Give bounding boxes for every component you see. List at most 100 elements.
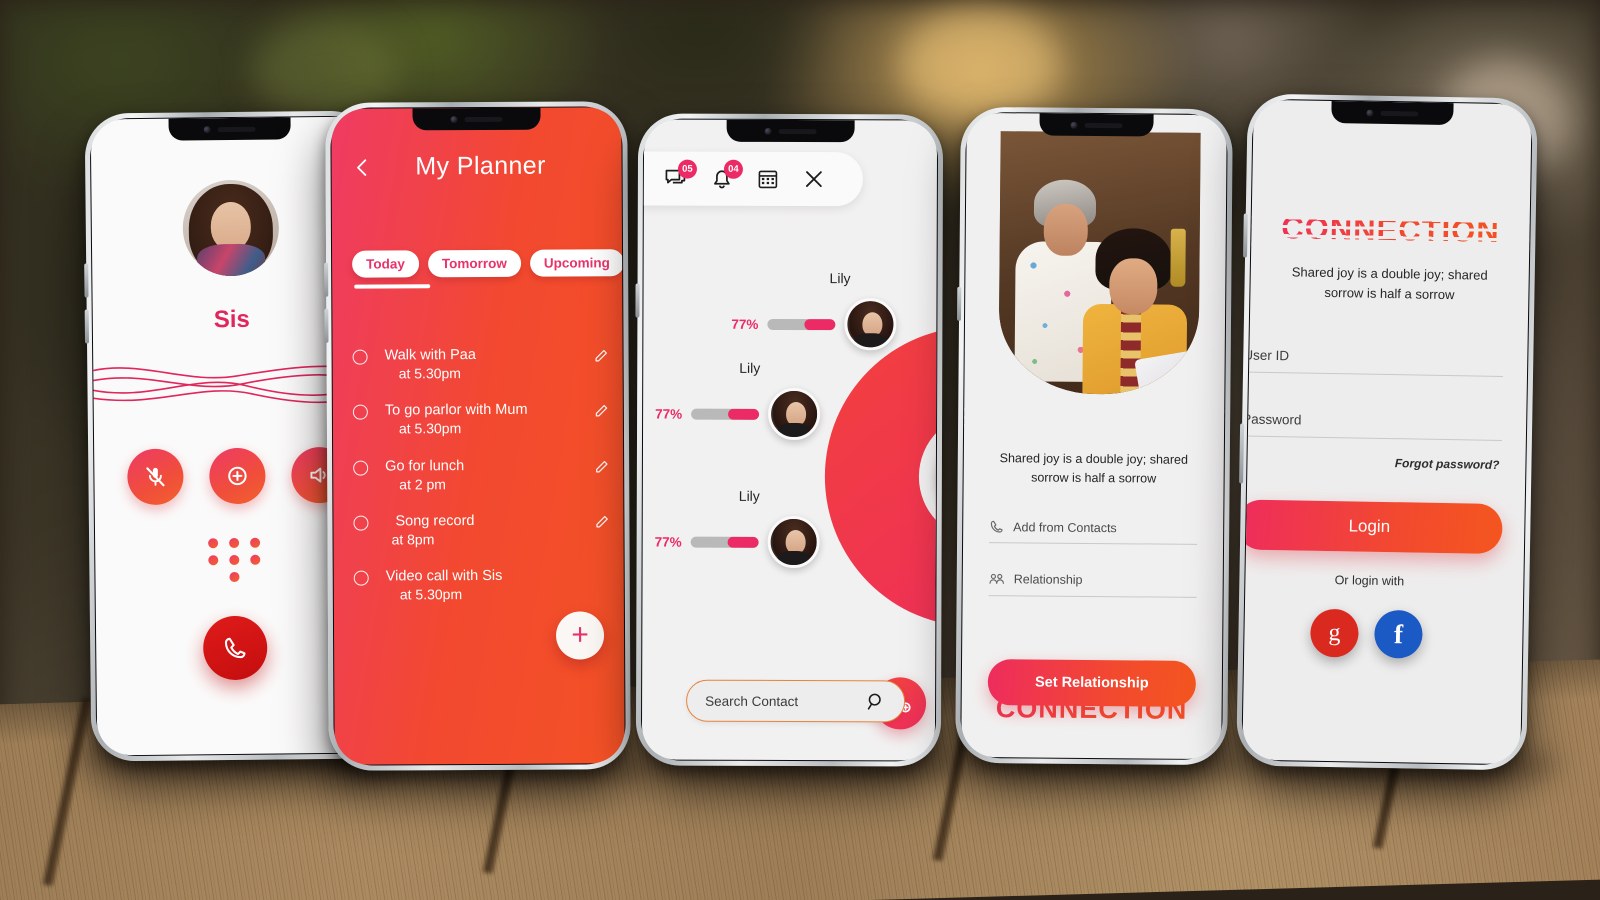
task-checkbox[interactable] xyxy=(352,349,368,365)
task-row[interactable]: To go parlor with Mum at 5.30pm xyxy=(352,401,609,439)
task-row[interactable]: Video call with Sis at 5.30pm xyxy=(353,567,610,605)
keypad-dot xyxy=(229,554,240,566)
keypad-dot xyxy=(229,571,240,583)
bokeh-light xyxy=(900,10,1060,120)
contact-progress-bar xyxy=(690,536,759,548)
earpiece-speaker xyxy=(217,126,256,132)
contact-progress-bar xyxy=(691,408,760,420)
earpiece-speaker xyxy=(778,128,817,134)
search-placeholder: Search Contact xyxy=(705,693,799,709)
keypad-dot xyxy=(208,538,219,549)
volume-button[interactable] xyxy=(324,262,329,297)
tab-tomorrow[interactable]: Tomorrow xyxy=(427,249,521,278)
notch xyxy=(412,107,541,131)
task-time: at 5.30pm xyxy=(399,586,463,603)
add-call-button[interactable] xyxy=(209,447,266,505)
field-placeholder: Add from Contacts xyxy=(1013,519,1117,535)
task-checkbox[interactable] xyxy=(353,570,369,586)
task-checkbox[interactable] xyxy=(353,515,369,531)
task-row[interactable]: Go for lunch at 2 pm xyxy=(353,456,609,494)
edit-pencil-icon[interactable] xyxy=(594,348,609,363)
contact-avatar[interactable] xyxy=(768,387,821,441)
keypad-dots[interactable] xyxy=(208,537,261,583)
task-text: Go for lunch at 2 pm xyxy=(385,456,594,493)
contact-name: Lily xyxy=(829,270,851,287)
password-input[interactable]: Password xyxy=(1242,411,1503,442)
front-camera-icon xyxy=(450,115,458,123)
end-call-button[interactable] xyxy=(202,615,268,681)
task-time: at 8pm xyxy=(391,531,435,548)
calendar-button[interactable] xyxy=(756,167,780,191)
contact-avatar[interactable] xyxy=(767,515,820,569)
volume-button[interactable] xyxy=(84,309,90,344)
contact-avatar[interactable] xyxy=(844,298,897,351)
search-icon[interactable] xyxy=(865,691,886,712)
add-from-contacts-field[interactable]: Add from Contacts xyxy=(989,519,1198,545)
task-text: Video call with Sis at 5.30pm xyxy=(386,567,610,604)
people-icon xyxy=(989,573,1004,584)
keypad-dot xyxy=(250,537,261,548)
avatar-clothing xyxy=(777,550,810,568)
contacts-toolbar: 05 04 xyxy=(641,151,864,207)
contact-name: Lily xyxy=(739,359,761,376)
contact-row[interactable]: 77% xyxy=(655,387,821,441)
close-button[interactable] xyxy=(802,167,826,191)
add-task-button[interactable]: + xyxy=(555,611,605,660)
volume-button[interactable] xyxy=(324,308,329,343)
notch xyxy=(726,119,856,143)
logo-text: CONNECTION xyxy=(1251,210,1530,251)
contact-name: Lily xyxy=(738,487,760,504)
progress-fill xyxy=(728,536,759,548)
volume-button[interactable] xyxy=(957,286,962,321)
avatar-clothing xyxy=(778,422,811,440)
task-row[interactable]: Song record at 8pm xyxy=(353,511,609,549)
set-relationship-button[interactable]: Set Relationship xyxy=(987,659,1197,707)
user-id-input[interactable]: User ID xyxy=(1243,347,1504,378)
task-checkbox[interactable] xyxy=(352,404,368,420)
keypad-row xyxy=(208,554,261,566)
contact-row[interactable]: 77% xyxy=(654,515,820,569)
close-icon xyxy=(805,171,822,188)
active-tab-indicator xyxy=(354,284,431,289)
edit-pencil-icon[interactable] xyxy=(594,514,609,529)
oil-bottle xyxy=(1170,228,1186,287)
connection-screen: CONNECTION Shared joy is a double joy; s… xyxy=(961,112,1227,760)
task-time: at 2 pm xyxy=(399,475,446,493)
messages-button[interactable]: 05 xyxy=(664,159,697,191)
edit-pencil-icon[interactable] xyxy=(594,404,609,419)
notifications-button[interactable]: 04 xyxy=(710,159,743,191)
progress-fill xyxy=(728,408,760,420)
mute-button[interactable] xyxy=(127,448,184,506)
volume-button[interactable] xyxy=(635,283,640,318)
page-title: My Planner xyxy=(415,151,546,181)
contact-percent: 77% xyxy=(731,316,759,332)
messages-badge: 05 xyxy=(677,159,697,179)
google-plus-icon: g xyxy=(1328,619,1341,646)
volume-button[interactable] xyxy=(84,263,89,298)
contact-percent: 77% xyxy=(654,534,682,550)
task-title: Video call with Sis xyxy=(385,568,503,585)
task-title: To go parlor with Mum xyxy=(384,402,528,419)
chevron-left-icon[interactable] xyxy=(352,156,374,178)
notifications-badge: 04 xyxy=(723,159,743,179)
tagline: Shared joy is a double joy; shared sorro… xyxy=(999,451,1189,486)
keypad-row xyxy=(208,537,261,549)
search-contact-input[interactable]: Search Contact xyxy=(686,679,906,723)
task-row[interactable]: Walk with Paa at 5.30pm xyxy=(352,345,609,383)
keypad-row xyxy=(229,571,240,583)
tab-today[interactable]: Today xyxy=(352,250,419,278)
task-text: Walk with Paa at 5.30pm xyxy=(385,345,594,382)
task-checkbox[interactable] xyxy=(353,460,369,476)
tab-upcoming[interactable]: Upcoming xyxy=(529,249,624,277)
edit-pencil-icon[interactable] xyxy=(594,459,609,474)
google-plus-button[interactable]: g xyxy=(1310,608,1359,658)
relationship-field[interactable]: Relationship xyxy=(988,571,1197,598)
volume-button[interactable] xyxy=(1243,213,1248,258)
app-logo: CONNECTION xyxy=(1251,209,1530,255)
microphone-muted-icon xyxy=(146,467,165,487)
forgot-password-link[interactable]: Forgot password? xyxy=(1395,456,1500,472)
login-button[interactable]: Login xyxy=(1242,499,1503,555)
facebook-button[interactable]: f xyxy=(1374,609,1423,659)
contact-row[interactable]: 77% xyxy=(731,298,897,351)
planner-header: My Planner xyxy=(332,151,622,182)
